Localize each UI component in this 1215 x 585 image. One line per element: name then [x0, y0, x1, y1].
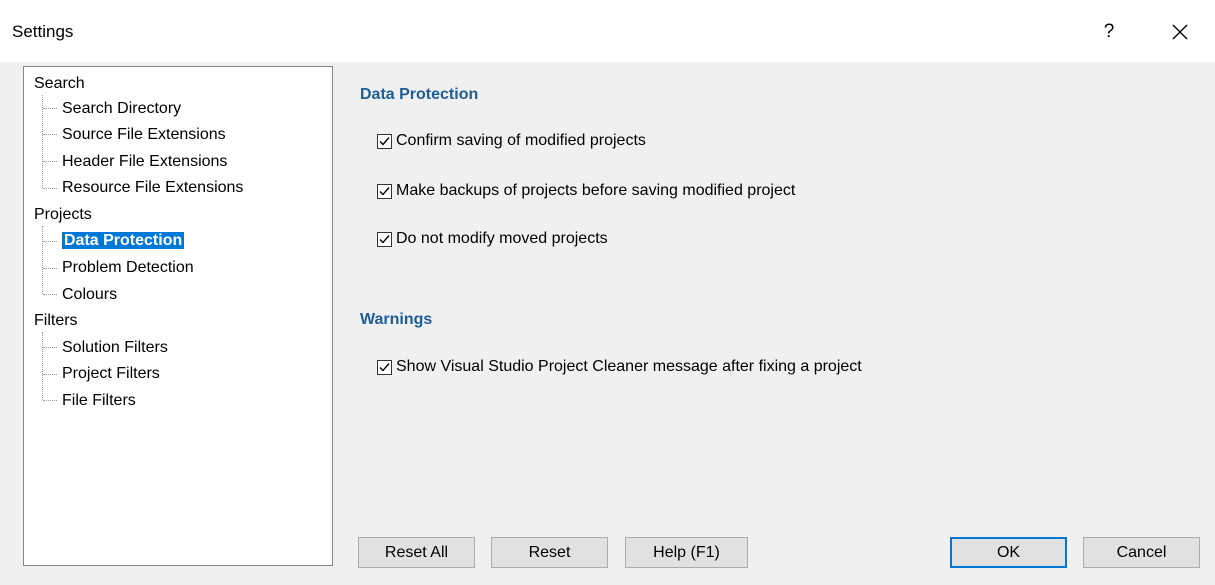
tree-connector: [43, 294, 57, 295]
tree-item-label: Search Directory: [62, 100, 182, 117]
tree-node-filters[interactable]: Filters: [34, 310, 78, 332]
tree-connector: [42, 332, 43, 400]
ok-button[interactable]: OK: [950, 537, 1067, 568]
tree-node-label: Projects: [34, 206, 92, 223]
tree-item-label: Source File Extensions: [62, 126, 226, 143]
tree-connector: [43, 400, 57, 401]
option-label: Do not modify moved projects: [396, 230, 608, 247]
tree-node-search[interactable]: Search: [34, 73, 85, 95]
tree-connector: [43, 268, 57, 269]
option-confirm-saving[interactable]: Confirm saving of modified projects: [377, 132, 646, 150]
cancel-button[interactable]: Cancel: [1083, 537, 1200, 568]
help-f1-button[interactable]: Help (F1): [625, 537, 748, 568]
tree-connector: [43, 134, 57, 135]
close-icon: [1172, 24, 1188, 40]
tree-connector: [43, 108, 57, 109]
option-label: Show Visual Studio Project Cleaner messa…: [396, 358, 862, 375]
tree-item-colours[interactable]: Colours: [62, 284, 117, 306]
section-title-data-protection: Data Protection: [360, 86, 479, 103]
tree-item-file-filters[interactable]: File Filters: [62, 390, 136, 412]
option-do-not-modify-moved[interactable]: Do not modify moved projects: [377, 230, 608, 248]
checkmark-icon: [379, 234, 390, 244]
option-show-cleaner-message[interactable]: Show Visual Studio Project Cleaner messa…: [377, 358, 862, 376]
tree-item-solution-filters[interactable]: Solution Filters: [62, 337, 168, 359]
tree-item-resource-file-extensions[interactable]: Resource File Extensions: [62, 177, 243, 199]
checkbox[interactable]: [377, 359, 392, 375]
option-make-backups[interactable]: Make backups of projects before saving m…: [377, 182, 795, 200]
window-title: Settings: [12, 22, 74, 41]
checkmark-icon: [379, 136, 390, 146]
tree-connector: [43, 374, 57, 375]
tree-item-label: Problem Detection: [62, 259, 194, 276]
help-glyph: ?: [1103, 21, 1115, 42]
tree-connector: [43, 161, 57, 162]
tree-item-problem-detection[interactable]: Problem Detection: [62, 257, 194, 279]
reset-button[interactable]: Reset: [491, 537, 608, 568]
checkmark-icon: [379, 362, 390, 372]
tree-item-source-file-extensions[interactable]: Source File Extensions: [62, 124, 226, 146]
tree-item-data-protection[interactable]: Data Protection: [62, 230, 185, 252]
tree-item-label: Project Filters: [62, 365, 160, 382]
checkmark-icon: [379, 186, 390, 196]
tree-connector: [43, 188, 57, 189]
tree-item-label: Header File Extensions: [62, 153, 228, 170]
tree-item-header-file-extensions[interactable]: Header File Extensions: [62, 151, 227, 173]
tree-connector: [43, 241, 57, 242]
tree-connector: [42, 226, 43, 294]
tree-item-project-filters[interactable]: Project Filters: [62, 363, 160, 385]
option-label: Confirm saving of modified projects: [396, 132, 646, 149]
tree-item-label: Resource File Extensions: [62, 179, 244, 196]
close-button[interactable]: [1162, 18, 1198, 46]
help-button[interactable]: ?: [1094, 18, 1124, 46]
section-title-warnings: Warnings: [360, 311, 433, 328]
tree-item-label: File Filters: [62, 392, 136, 409]
option-label: Make backups of projects before saving m…: [396, 182, 796, 199]
tree-item-search-directory[interactable]: Search Directory: [62, 98, 181, 120]
tree-item-label: Colours: [62, 286, 118, 303]
tree-item-label: Data Protection: [62, 232, 185, 249]
tree-connector: [43, 347, 57, 348]
reset-all-button[interactable]: Reset All: [358, 537, 475, 568]
checkbox[interactable]: [377, 231, 392, 247]
tree-node-projects[interactable]: Projects: [34, 204, 92, 226]
tree-node-label: Search: [34, 75, 85, 92]
tree-node-label: Filters: [34, 312, 78, 329]
checkbox[interactable]: [377, 183, 392, 199]
settings-tree[interactable]: Search Search Directory Source File Exte…: [23, 66, 333, 566]
checkbox[interactable]: [377, 133, 392, 149]
tree-item-label: Solution Filters: [62, 339, 168, 356]
title-bar: Settings ?: [0, 0, 1215, 62]
